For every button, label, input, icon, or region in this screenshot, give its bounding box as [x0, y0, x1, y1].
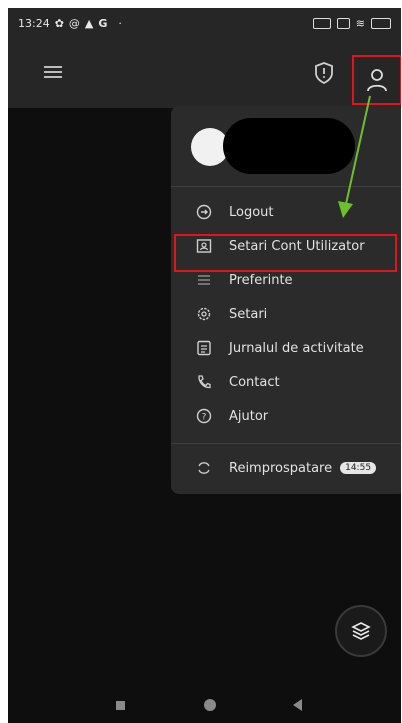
layers-icon: [351, 622, 371, 640]
phone-screen: 13:24 ✿ @ ▲ G · ≋ Logout Setari Cont Uti…: [8, 8, 401, 723]
system-nav-bar: [8, 688, 401, 723]
layers-fab-button[interactable]: [335, 605, 387, 657]
home-button[interactable]: [204, 699, 216, 711]
back-button[interactable]: [293, 699, 302, 711]
recents-button[interactable]: [116, 701, 125, 710]
